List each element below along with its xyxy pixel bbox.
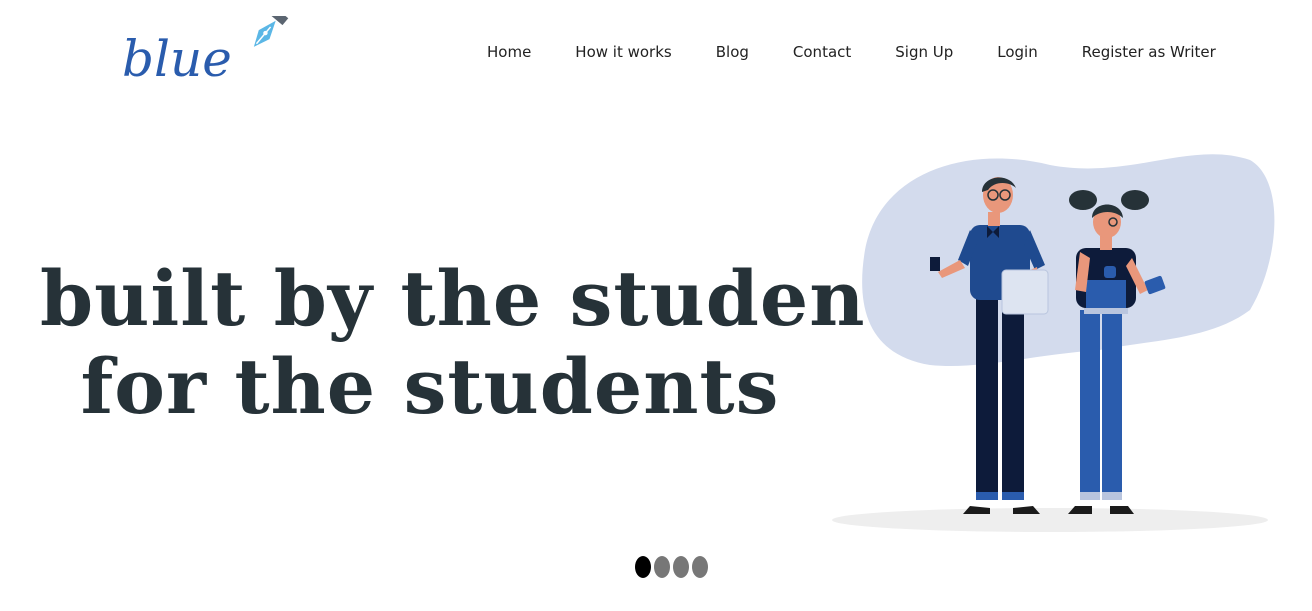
- logo-wordmark: blue: [122, 30, 232, 86]
- carousel-dot-1[interactable]: [635, 556, 651, 578]
- carousel-dot-3[interactable]: [673, 556, 689, 578]
- nav-contact[interactable]: Contact: [771, 42, 873, 62]
- blue-logo-icon: blue: [122, 16, 289, 86]
- background-blob: [862, 154, 1275, 367]
- nav-sign-up[interactable]: Sign Up: [873, 42, 975, 62]
- nav-home[interactable]: Home: [465, 42, 553, 62]
- students-illustration: [830, 140, 1280, 540]
- carousel-dot-4[interactable]: [692, 556, 708, 578]
- nav-login[interactable]: Login: [975, 42, 1059, 62]
- fountain-pen-nib-icon: [253, 16, 289, 47]
- main-nav: Home How it works Blog Contact Sign Up L…: [465, 42, 1238, 62]
- nav-register-writer[interactable]: Register as Writer: [1060, 42, 1238, 62]
- carousel-indicators: [635, 556, 708, 578]
- hero-line-1: built by the students: [40, 254, 946, 343]
- nav-how-it-works[interactable]: How it works: [553, 42, 693, 62]
- hero-line-2: for the students: [80, 342, 780, 431]
- carousel-dot-2[interactable]: [654, 556, 670, 578]
- brand-logo[interactable]: blue: [118, 16, 293, 86]
- ground-shadow: [832, 508, 1268, 532]
- two-students-image: [832, 154, 1275, 532]
- hero-headline: built by the students for the students: [40, 254, 946, 431]
- nav-blog[interactable]: Blog: [694, 42, 771, 62]
